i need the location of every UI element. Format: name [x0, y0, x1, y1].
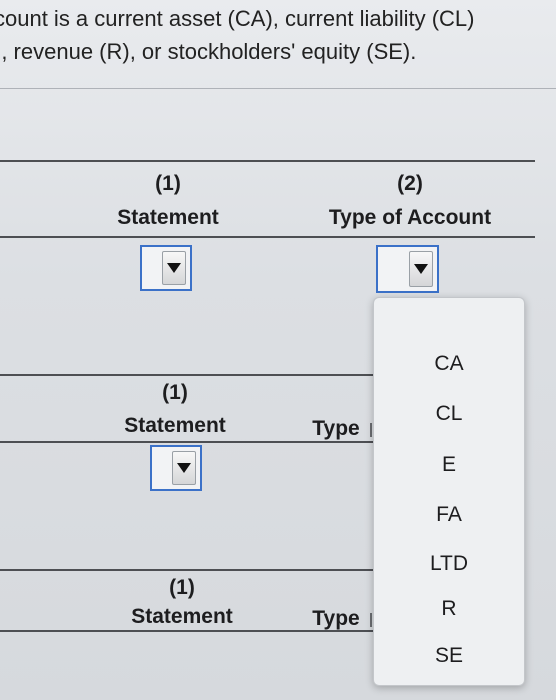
instructions-line-2: ), revenue (R), or stockholders' equity …: [0, 39, 417, 64]
option-se[interactable]: SE: [374, 644, 524, 668]
option-ltd[interactable]: LTD: [374, 552, 524, 576]
row-1-type-dropdown[interactable]: [376, 245, 439, 293]
row-1-statement-dropdown[interactable]: [140, 245, 192, 291]
row-3-top-rule: [0, 569, 373, 571]
row-2-statement-header: Statement: [124, 414, 226, 437]
type-dropdown-menu[interactable]: CA CL E FA LTD R SE: [373, 297, 525, 686]
row-1-type-header: Type of Account: [328, 206, 492, 229]
row-1-statement-dropdown-arrow[interactable]: [162, 251, 186, 285]
row-1-type-dropdown-arrow[interactable]: [409, 251, 433, 287]
row-3-type-header: Type: [312, 607, 360, 630]
row-2-statement-dropdown[interactable]: [150, 445, 202, 491]
row-3-statement-number: (1): [169, 576, 195, 599]
option-ca[interactable]: CA: [374, 352, 524, 376]
option-fa[interactable]: FA: [374, 503, 524, 527]
row-2-type-header: Type: [312, 417, 360, 440]
question-page: count is a current asset (CA), current l…: [0, 0, 556, 700]
divider: [0, 88, 556, 89]
row-3-statement-header: Statement: [131, 605, 233, 628]
row-2-type-dropdown-edge: [370, 423, 372, 437]
instructions-line-1: count is a current asset (CA), current l…: [0, 6, 475, 31]
row-1-statement-header: Statement: [117, 206, 219, 229]
chevron-down-icon: [167, 263, 181, 273]
row-1-top-rule: [0, 160, 535, 162]
row-1-header-rule: [0, 236, 535, 238]
instructions: count is a current asset (CA), current l…: [0, 2, 556, 68]
option-r[interactable]: R: [374, 597, 524, 621]
option-cl[interactable]: CL: [374, 402, 524, 426]
row-2-header-rule: [0, 441, 373, 443]
row-3-header-rule: [0, 630, 373, 632]
row-1-type-number: (2): [397, 172, 423, 195]
row-1-statement-number: (1): [155, 172, 181, 195]
row-2-statement-dropdown-arrow[interactable]: [172, 451, 196, 485]
row-3-type-dropdown-edge: [370, 613, 372, 627]
chevron-down-icon: [177, 463, 191, 473]
row-2-top-rule: [0, 374, 373, 376]
chevron-down-icon: [414, 264, 428, 274]
option-e[interactable]: E: [374, 453, 524, 477]
row-2-statement-number: (1): [162, 381, 188, 404]
